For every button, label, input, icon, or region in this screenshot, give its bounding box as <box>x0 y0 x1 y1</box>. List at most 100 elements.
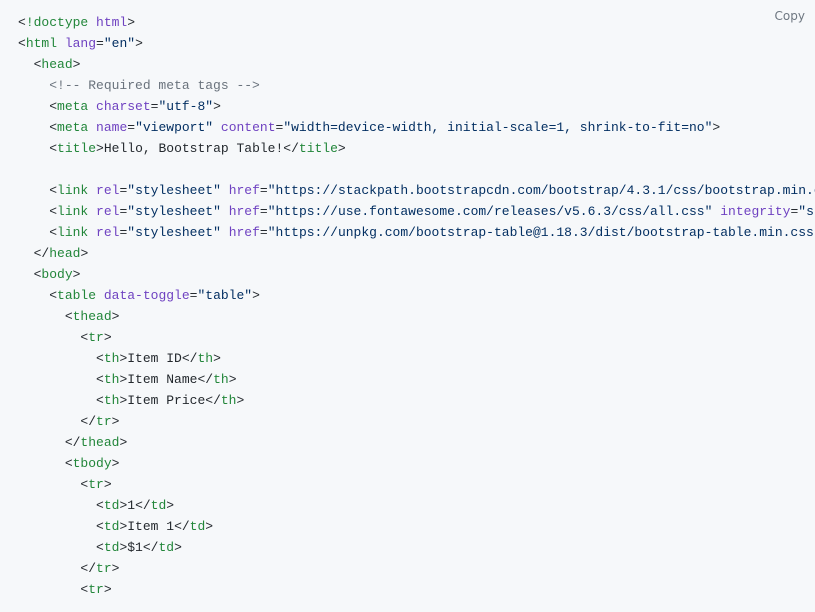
token-tag: thead <box>80 435 119 450</box>
token-punc: < <box>49 204 57 219</box>
token-punc: > <box>712 120 720 135</box>
token-tag: td <box>190 519 206 534</box>
token-punc: < <box>18 15 26 30</box>
token-attr-val: "width=device-width, initial-scale=1, sh… <box>283 120 712 135</box>
token-comment: <!-- Required meta tags --> <box>49 78 260 93</box>
token-punc: </ <box>205 393 221 408</box>
code-line: <!doctype html> <box>18 12 797 33</box>
code-line: <td>Item 1</td> <box>18 516 797 537</box>
token-punc: = <box>260 183 268 198</box>
token-tag: tr <box>88 582 104 597</box>
token-punc: </ <box>174 519 190 534</box>
token-tag: meta <box>57 120 96 135</box>
token-punc: > <box>252 288 260 303</box>
token-attr-name: name <box>96 120 127 135</box>
token-tag: title <box>57 141 96 156</box>
code-line: <td>$1</td> <box>18 537 797 558</box>
token-tag: tbody <box>73 456 112 471</box>
token-punc: > <box>112 561 120 576</box>
token-punc: > <box>104 582 112 597</box>
code-line: <meta name="viewport" content="width=dev… <box>18 117 797 138</box>
token-punc: </ <box>80 561 96 576</box>
token-punc: < <box>96 351 104 366</box>
code-line: </tr> <box>18 558 797 579</box>
code-line: </tr> <box>18 411 797 432</box>
token-text <box>221 204 229 219</box>
token-punc: > <box>73 57 81 72</box>
code-line: <link rel="stylesheet" href="https://unp… <box>18 222 797 243</box>
token-tag: meta <box>57 99 96 114</box>
token-attr-val: "sh <box>798 204 815 219</box>
code-line: <tr> <box>18 579 797 600</box>
token-punc: > <box>135 36 143 51</box>
code-line: <!-- Required meta tags --> <box>18 75 797 96</box>
token-tag: head <box>49 246 80 261</box>
token-tag: th <box>221 393 237 408</box>
code-line: <th>Item Name</th> <box>18 369 797 390</box>
token-punc: < <box>65 456 73 471</box>
token-text: Item Name <box>127 372 197 387</box>
token-punc: > <box>174 540 182 555</box>
code-line: <tr> <box>18 474 797 495</box>
token-tag: th <box>104 393 120 408</box>
copy-button[interactable]: Copy <box>775 6 805 27</box>
token-punc: < <box>49 141 57 156</box>
code-line: <link rel="stylesheet" href="https://sta… <box>18 180 797 201</box>
token-tag: tr <box>88 330 104 345</box>
token-tag: td <box>158 540 174 555</box>
token-text <box>221 225 229 240</box>
token-punc: < <box>96 498 104 513</box>
token-attr-name: rel <box>96 225 119 240</box>
token-punc: < <box>49 288 57 303</box>
token-tag: tr <box>88 477 104 492</box>
code-line: <thead> <box>18 306 797 327</box>
token-punc: </ <box>65 435 81 450</box>
token-attr-name: href <box>229 225 260 240</box>
token-attr-name: rel <box>96 183 119 198</box>
token-punc: </ <box>80 414 96 429</box>
token-attr-val: "https://stackpath.bootstrapcdn.com/boot… <box>268 183 815 198</box>
token-attr-val: "stylesheet" <box>127 225 221 240</box>
token-punc: < <box>65 309 73 324</box>
token-attr-val: "en" <box>104 36 135 51</box>
code-line: <html lang="en"> <box>18 33 797 54</box>
token-punc: > <box>73 267 81 282</box>
token-punc: = <box>96 36 104 51</box>
token-text: Hello, Bootstrap Table! <box>104 141 283 156</box>
token-punc: < <box>96 519 104 534</box>
code-line: <tr> <box>18 327 797 348</box>
code-line: <head> <box>18 54 797 75</box>
token-punc: < <box>18 36 26 51</box>
token-text <box>221 183 229 198</box>
code-line: <body> <box>18 264 797 285</box>
token-attr-val: "stylesheet" <box>127 204 221 219</box>
token-punc: < <box>96 372 104 387</box>
token-punc: < <box>96 393 104 408</box>
token-tag: title <box>299 141 338 156</box>
token-punc: </ <box>197 372 213 387</box>
token-attr-name: rel <box>96 204 119 219</box>
token-punc: > <box>80 246 88 261</box>
token-tag: link <box>57 183 96 198</box>
code-line: </thead> <box>18 432 797 453</box>
token-attr-name: charset <box>96 99 151 114</box>
token-punc: > <box>104 477 112 492</box>
token-tag: table <box>57 288 104 303</box>
token-attr-name: integrity <box>720 204 790 219</box>
token-tag: td <box>151 498 167 513</box>
token-attr-name: html <box>96 15 127 30</box>
token-tag: body <box>41 267 72 282</box>
code-line: <table data-toggle="table"> <box>18 285 797 306</box>
token-punc: > <box>112 309 120 324</box>
token-punc: = <box>260 225 268 240</box>
token-attr-val: "table" <box>197 288 252 303</box>
token-punc: </ <box>283 141 299 156</box>
code-block: <!doctype html><html lang="en"> <head> <… <box>18 12 797 600</box>
token-tag: link <box>57 225 96 240</box>
code-line: <tbody> <box>18 453 797 474</box>
token-tag: th <box>197 351 213 366</box>
token-attr-name: data-toggle <box>104 288 190 303</box>
token-punc: > <box>112 414 120 429</box>
token-punc: < <box>49 99 57 114</box>
code-line <box>18 159 797 180</box>
